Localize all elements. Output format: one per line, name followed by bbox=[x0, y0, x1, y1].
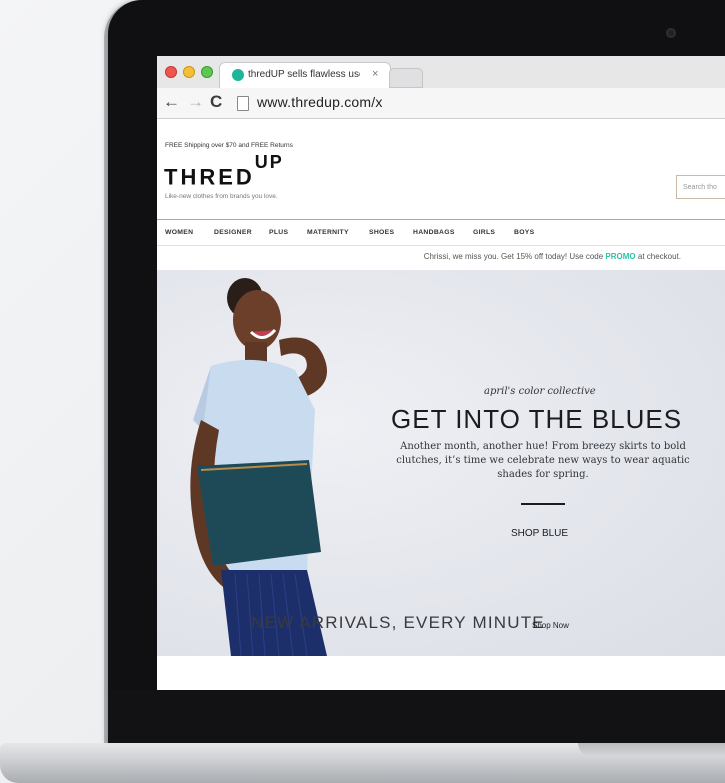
promo-prefix: Chrissi, we miss you. Get 15% off today!… bbox=[423, 252, 606, 261]
nav-item-maternity[interactable]: MATERNITY bbox=[307, 229, 349, 236]
laptop-bottom-bezel bbox=[108, 690, 725, 742]
browser-tab[interactable]: thredUP sells flawless used × bbox=[219, 62, 391, 89]
back-arrow-icon[interactable]: ← bbox=[163, 93, 180, 111]
hero-model-image bbox=[190, 278, 327, 656]
tab-title: thredUP sells flawless used bbox=[248, 69, 360, 80]
hero-subtitle: april's color collective bbox=[484, 386, 596, 397]
divider bbox=[157, 219, 725, 220]
promo-suffix: at checkout. bbox=[635, 252, 681, 261]
new-arrivals-band bbox=[157, 656, 725, 690]
thredup-logo[interactable]: THREDUP bbox=[164, 152, 284, 190]
logo-text: THRED bbox=[164, 164, 255, 190]
logo-sup: UP bbox=[254, 152, 284, 172]
address-bar[interactable]: www.thredup.com/x bbox=[257, 94, 383, 110]
browser-window: thredUP sells flawless used × ← → C www.… bbox=[157, 56, 725, 690]
promo-message: Chrissi, we miss you. Get 15% off today!… bbox=[424, 252, 681, 261]
new-tab-button[interactable] bbox=[389, 68, 423, 88]
shop-blue-link[interactable]: SHOP BLUE bbox=[511, 528, 568, 539]
nav-item-handbags[interactable]: HANDBAGS bbox=[413, 229, 455, 236]
laptop-base-notch bbox=[578, 743, 725, 757]
tagline: Like-new clothes from brands you love. bbox=[165, 193, 278, 200]
hero-banner[interactable]: april's color collective GET INTO THE BL… bbox=[157, 270, 725, 656]
main-nav: WOMEN DESIGNER PLUS MATERNITY SHOES HAND… bbox=[157, 223, 725, 243]
browser-toolbar: ← → C www.thredup.com/x bbox=[157, 88, 725, 119]
minimize-window-button[interactable] bbox=[183, 66, 195, 78]
hero-title: GET INTO THE BLUES bbox=[391, 404, 683, 434]
nav-item-designer[interactable]: DESIGNER bbox=[214, 229, 252, 236]
maximize-window-button[interactable] bbox=[201, 66, 213, 78]
camera-icon bbox=[666, 28, 676, 38]
forward-arrow-icon[interactable]: → bbox=[187, 93, 204, 111]
reload-icon[interactable]: C bbox=[210, 93, 222, 111]
nav-item-women[interactable]: WOMEN bbox=[165, 229, 193, 236]
hero-description: Another month, another hue! From breezy … bbox=[396, 441, 690, 480]
nav-item-shoes[interactable]: SHOES bbox=[369, 229, 394, 236]
nav-item-boys[interactable]: BOYS bbox=[514, 229, 534, 236]
favicon-icon bbox=[232, 69, 244, 81]
nav-item-plus[interactable]: PLUS bbox=[269, 229, 288, 236]
shop-now-link[interactable]: Shop Now bbox=[532, 621, 569, 630]
page-icon bbox=[237, 96, 249, 111]
promo-code: PROMO bbox=[605, 252, 636, 261]
tab-close-icon[interactable]: × bbox=[372, 68, 378, 80]
close-window-button[interactable] bbox=[165, 66, 177, 78]
search-input[interactable]: Search tho bbox=[676, 175, 725, 199]
new-arrivals-heading: NEW ARRIVALS, EVERY MINUTE bbox=[251, 613, 545, 632]
hero-divider bbox=[521, 503, 565, 505]
tab-bar: thredUP sells flawless used × bbox=[157, 56, 725, 89]
nav-item-girls[interactable]: GIRLS bbox=[473, 229, 495, 236]
shipping-promo: FREE Shipping over $70 and FREE Returns bbox=[165, 142, 293, 149]
promo-bar: Chrissi, we miss you. Get 15% off today!… bbox=[157, 246, 725, 268]
